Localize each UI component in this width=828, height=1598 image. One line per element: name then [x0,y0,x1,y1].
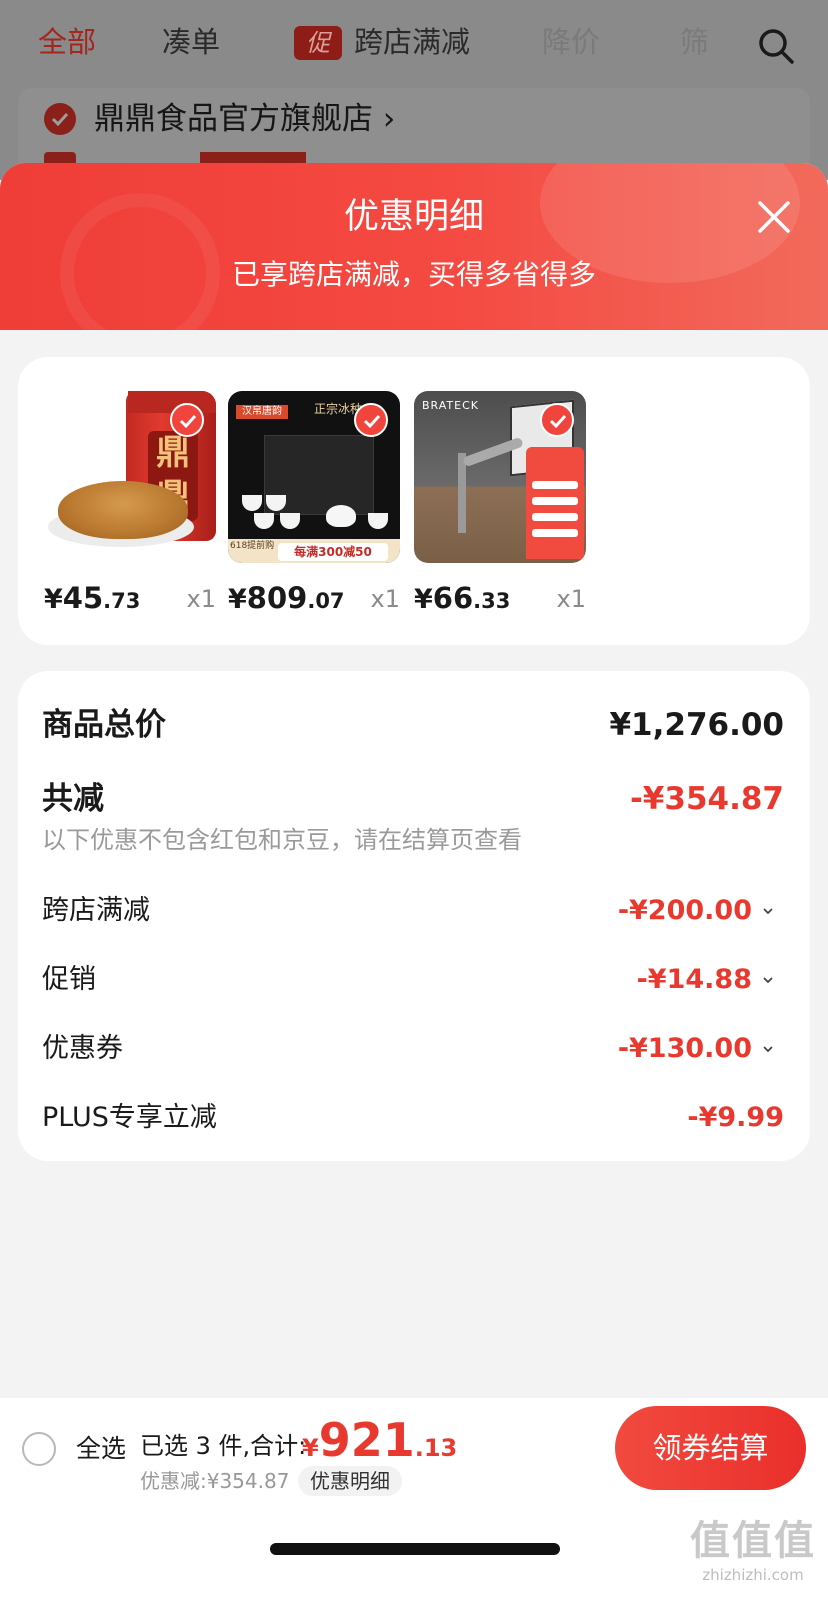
promo-line [532,481,578,489]
discount-amount: 优惠减:¥354.87 [140,1469,290,1493]
total-decimal: .13 [414,1434,458,1462]
price-summary-card: 商品总价 ¥1,276.00 共减 -¥354.87 以下优惠不包含红包和京豆，… [18,671,810,1161]
cup-shape [368,513,388,529]
chevron-down-icon[interactable] [762,905,774,917]
cross-store-discount-value[interactable]: -¥200.00 [618,891,752,931]
checked-icon[interactable] [170,403,204,437]
watermark-url: zhizhizhi.com [702,1566,804,1584]
search-icon[interactable] [756,26,796,66]
brand-logo: 汉帛唐韵 [236,405,288,419]
chevron-down-icon[interactable] [762,974,774,986]
tab-filter[interactable]: 筛 [680,22,709,62]
cup-shape [242,495,262,511]
brand-logo: BRATECK [422,399,479,412]
chevron-down-icon[interactable] [762,1043,774,1055]
coupon-label[interactable]: 优惠券 [42,1029,123,1069]
product-item[interactable]: 鼎鼎 ¥45.73 x1 [44,391,216,615]
product-price: ¥45.73 [44,579,140,622]
price-decimal: .07 [307,589,345,613]
currency-symbol: ¥ [302,1434,319,1462]
checked-icon[interactable] [354,403,388,437]
tab-bundle[interactable]: 凑单 [162,22,220,62]
total-reduce-value: -¥354.87 [629,781,784,817]
tab-cross-store-discount[interactable]: 跨店满减 [354,22,470,62]
promotion-label[interactable]: 促销 [42,960,96,1000]
promo-line [532,497,578,505]
home-indicator [270,1543,560,1555]
discount-hint: 以下优惠不包含红包和京豆，请在结算页查看 [42,826,522,854]
watermark: 值值值 zhizhizhi.com [678,1516,828,1598]
promo-line [532,513,578,521]
price-decimal: .73 [103,589,141,613]
total-price-value: ¥1,276.00 [609,707,784,743]
sheet-title: 优惠明细 [343,197,484,237]
watermark-logo: 值值值 [690,1518,816,1564]
sheet-header: 优惠明细 已享跨店满减，买得多省得多 [0,163,828,353]
total-reduce-label: 共减 [42,781,104,817]
currency-symbol: ¥ [44,584,63,615]
product-item[interactable]: BRATECK ¥66.33 x1 [414,391,586,615]
coupon-value[interactable]: -¥130.00 [618,1029,752,1069]
total-integer: 921 [318,1413,415,1467]
sheet-subtitle: 已享跨店满减，买得多省得多 [231,258,596,291]
floss-pile-shape [58,481,188,539]
close-icon[interactable] [754,197,794,237]
select-all-label[interactable]: 全选 [76,1430,126,1468]
cup-shape [280,513,300,529]
currency-symbol: ¥ [414,584,433,615]
price-integer: 45 [62,581,104,615]
cross-store-discount-label[interactable]: 跨店满减 [42,891,150,931]
select-all-radio[interactable] [22,1432,56,1466]
checkout-button[interactable]: 领券结算 [615,1406,806,1490]
product-quantity: x1 [186,585,216,613]
filter-tabs: 全部 凑单 促 跨店满减 降价 筛 [0,0,828,88]
product-price: ¥66.33 [414,579,510,622]
promo-side-text: 618提前购 [230,541,275,551]
plus-discount-label: PLUS专享立减 [42,1102,217,1133]
pork-floss-jar-image: 鼎鼎 [44,391,216,563]
tea-set-image: 汉帛唐韵 正宗冰种 618提前购 每满300减50 [228,391,400,563]
promotion-value[interactable]: -¥14.88 [637,960,752,1000]
product-quantity: x1 [370,585,400,613]
plus-discount-value: -¥9.99 [687,1102,784,1133]
product-quantity: x1 [556,585,586,613]
price-integer: 809 [246,581,308,615]
promo-text: 每满300减50 [278,543,388,561]
checkout-bar: 全选 已选 3 件,合计: ¥921.13 优惠减:¥354.87 优惠明细 领… [0,1398,828,1598]
product-price: ¥809.07 [228,579,345,622]
product-item[interactable]: 汉帛唐韵 正宗冰种 618提前购 每满300减50 ¥809.07 x1 [228,391,400,615]
promo-badge: 促 [294,26,342,60]
selected-count: 已选 3 件,合计: [140,1432,307,1460]
discount-detail-chip[interactable]: 优惠明细 [298,1466,402,1496]
price-integer: 66 [432,581,474,615]
monitor-arm-image: BRATECK [414,391,586,563]
total-price-label: 商品总价 [42,707,166,743]
checked-icon[interactable] [540,403,574,437]
promo-line [532,529,578,537]
teapot-shape [326,505,356,527]
store-check-icon[interactable] [44,103,76,135]
products-card: 鼎鼎 ¥45.73 x1 汉帛唐韵 正宗冰种 [18,357,810,645]
tab-all[interactable]: 全部 [38,22,96,62]
cup-shape [254,513,274,529]
store-name[interactable]: 鼎鼎食品官方旗舰店 › [94,98,395,140]
price-decimal: .33 [473,589,511,613]
tab-price-drop[interactable]: 降价 [542,22,600,62]
discount-detail-sheet: 优惠明细 已享跨店满减，买得多省得多 鼎鼎 ¥45.73 x1 [0,163,828,1598]
currency-symbol: ¥ [228,584,247,615]
